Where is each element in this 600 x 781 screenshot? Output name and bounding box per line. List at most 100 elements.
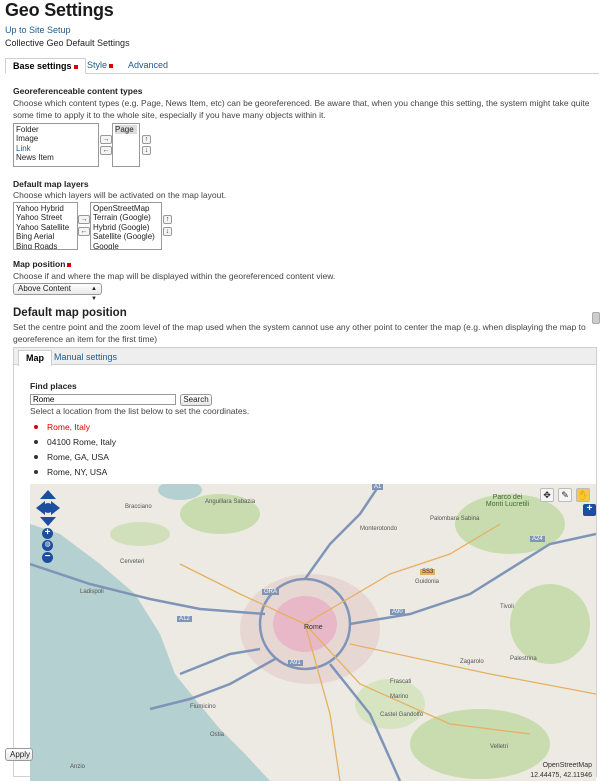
map-layers-selected-list[interactable]: OpenStreetMap Terrain (Google) Hybrid (G… — [90, 202, 162, 250]
list-item[interactable]: Image — [16, 134, 96, 143]
move-right-button[interactable]: → — [100, 135, 112, 144]
list-item[interactable]: Bing Roads — [16, 242, 75, 249]
list-item[interactable]: Rome, Italy — [32, 420, 116, 435]
arrow-right-icon: → — [80, 216, 88, 223]
content-types-help: Choose which content types (e.g. Page, N… — [13, 98, 590, 120]
apply-button[interactable]: Apply — [5, 748, 33, 761]
road-shield: A90 — [390, 609, 405, 615]
content-types-selected-list[interactable]: Page — [112, 123, 140, 167]
list-item[interactable]: Rome, GA, USA — [32, 450, 116, 465]
map-position-help: Choose if and where the map will be disp… — [13, 271, 336, 281]
zoom-out-button[interactable]: − — [42, 552, 53, 563]
zoom-world-button[interactable]: ◍ — [42, 540, 53, 551]
map-place-label: Parco dei Monti Lucretili — [485, 494, 530, 508]
tab-advanced[interactable]: Advanced — [121, 58, 175, 74]
map-place-label: Palestrina — [510, 656, 537, 662]
map-place-label: Guidonia — [415, 579, 440, 585]
move-left-button[interactable]: ← — [100, 146, 112, 155]
scroll-handle[interactable] — [592, 312, 600, 324]
move-down-button[interactable]: ↓ — [142, 146, 151, 155]
list-item[interactable]: News Item — [16, 153, 96, 162]
map-place-label: Velletri — [490, 744, 509, 750]
map-place-label: Anguillara Sabazia — [205, 499, 256, 505]
list-item[interactable]: OpenStreetMap — [93, 204, 159, 213]
road-shield: A91 — [288, 660, 303, 666]
map-layers-available-list[interactable]: Yahoo Hybrid Yahoo Street Yahoo Satellit… — [13, 202, 78, 250]
layer-switcher-button[interactable]: + — [583, 504, 596, 516]
move-up-button[interactable]: ↑ — [142, 135, 151, 144]
pan-arrows-icon — [36, 490, 60, 526]
up-to-site-setup-link[interactable]: Up to Site Setup — [5, 25, 71, 35]
arrow-up-icon: ↑ — [144, 136, 149, 143]
tab-label: Advanced — [128, 60, 169, 70]
pan-control[interactable] — [36, 490, 60, 526]
map-place-label: Cerveteri — [120, 559, 145, 565]
pan-tool-button[interactable]: ✋ — [576, 488, 590, 502]
tab-style[interactable]: Style — [80, 58, 120, 74]
default-map-position-title: Default map position — [13, 307, 127, 319]
map-position-select[interactable]: Above Content ▲ ▼ — [13, 283, 102, 302]
map-place-label: Castel Gandolfo — [380, 712, 424, 718]
road-shield: A1 — [372, 484, 384, 490]
hand-icon: ✋ — [577, 490, 589, 500]
move-right-button[interactable]: → — [78, 215, 90, 224]
tab-manual-settings[interactable]: Manual settings — [47, 350, 124, 366]
page-title: Geo Settings — [5, 0, 114, 20]
list-item[interactable]: Yahoo Hybrid — [16, 204, 75, 213]
list-item[interactable]: Satellite (Google) — [93, 232, 159, 241]
arrow-left-icon: ← — [80, 228, 88, 235]
map-graphics — [30, 484, 596, 781]
list-item[interactable]: Folder — [16, 125, 96, 134]
arrow-down-icon: ↓ — [165, 228, 170, 235]
list-item[interactable]: Hybrid (Google) — [93, 223, 159, 232]
tab-label: Style — [87, 60, 108, 70]
content-types-label: Georeferenceable content types — [13, 86, 143, 96]
draw-tool-button[interactable]: ✎ — [558, 488, 572, 502]
map-layers-label: Default map layers — [13, 179, 89, 189]
search-button[interactable]: Search — [180, 394, 212, 406]
zoom-in-button[interactable]: + — [42, 528, 53, 539]
list-item[interactable]: 04100 Rome, Italy — [32, 435, 116, 450]
pencil-icon: ✎ — [561, 490, 569, 500]
minus-icon: − — [44, 551, 51, 562]
search-results-list: Rome, Italy 04100 Rome, Italy Rome, GA, … — [32, 420, 116, 480]
map-attribution[interactable]: OpenStreetMap — [543, 762, 592, 769]
list-item[interactable]: Yahoo Satellite — [16, 223, 75, 232]
map-place-label: Palombara Sabina — [430, 516, 480, 522]
map-canvas[interactable]: + ◍ − ✥ ✎ ✋ + Rome Tivoli Fiumicino Osti… — [30, 484, 596, 781]
arrow-left-icon: ← — [102, 147, 110, 154]
list-item[interactable]: Terrain (Google) — [93, 213, 159, 222]
road-shield: A24 — [530, 536, 545, 542]
arrow-up-icon: ↑ — [165, 216, 170, 223]
find-places-help: Select a location from the list below to… — [30, 406, 250, 416]
list-item[interactable]: Google — [93, 242, 159, 249]
list-item[interactable]: Link — [16, 144, 96, 153]
move-left-button[interactable]: ← — [78, 227, 90, 236]
list-item[interactable]: Yahoo Street — [16, 213, 75, 222]
tab-base-settings[interactable]: Base settings — [5, 58, 86, 74]
map-park — [510, 584, 590, 664]
move-up-button[interactable]: ↑ — [163, 215, 172, 224]
map-park — [110, 522, 170, 546]
list-item[interactable]: Bing Aerial — [16, 232, 75, 241]
tab-label: Base settings — [13, 61, 72, 71]
move-tool-button[interactable]: ✥ — [540, 488, 554, 502]
chevron-updown-icon: ▲ ▼ — [91, 286, 97, 302]
settings-tabbar: Base settings Style Advanced — [5, 58, 599, 74]
list-item[interactable]: Rome, NY, USA — [32, 465, 116, 480]
find-places-input[interactable] — [30, 394, 176, 405]
list-item[interactable]: Page — [115, 125, 137, 135]
page-subtitle: Collective Geo Default Settings — [5, 38, 130, 48]
map-place-label: Fiumicino — [190, 704, 216, 710]
globe-icon: ◍ — [44, 541, 51, 548]
map-park — [410, 709, 550, 779]
content-types-available-list[interactable]: Folder Image Link News Item — [13, 123, 99, 167]
map-layers-help: Choose which layers will be activated on… — [13, 190, 227, 200]
map-mouse-coordinates: 12.44475, 42.11946 — [530, 772, 592, 779]
find-places-label: Find places — [30, 381, 77, 391]
required-marker-icon — [109, 63, 114, 68]
move-down-button[interactable]: ↓ — [163, 227, 172, 236]
move-arrows-icon: ✥ — [543, 490, 551, 500]
default-map-position-help: Set the centre point and the zoom level … — [13, 322, 586, 344]
arrow-right-icon: → — [102, 136, 110, 143]
